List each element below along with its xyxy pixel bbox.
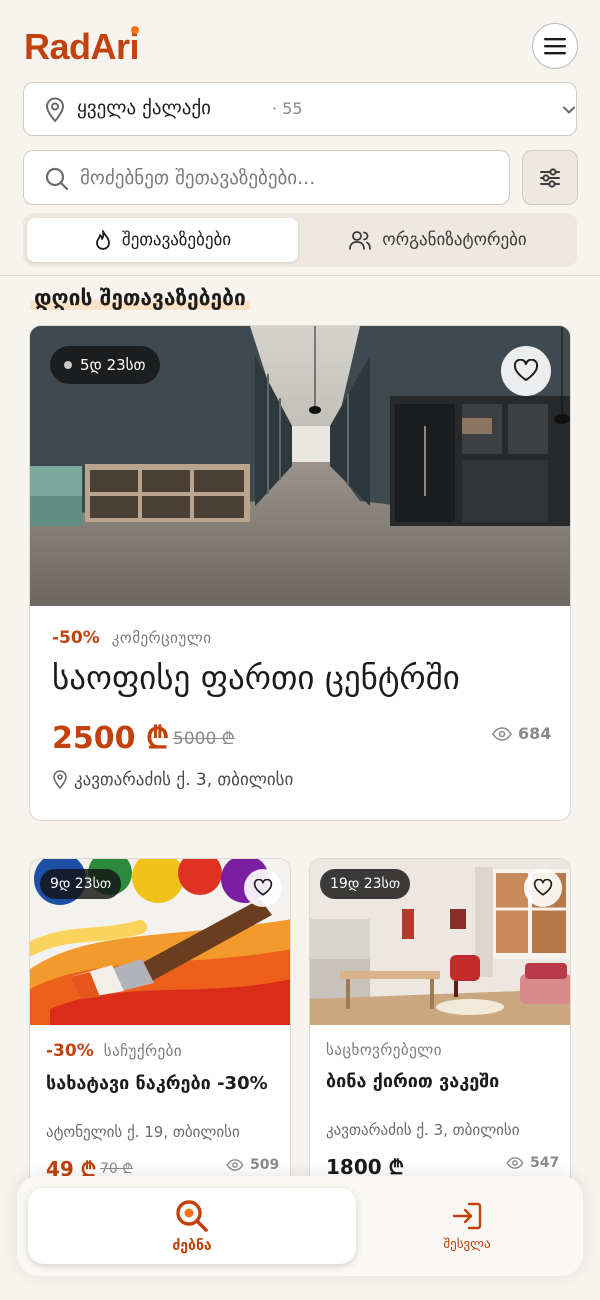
tab-offers[interactable]: შეთავაზებები: [27, 218, 298, 262]
city-count: · 55: [272, 99, 303, 118]
views-count: 684: [492, 724, 551, 743]
chevron-down-icon: [563, 106, 575, 114]
favorite-button[interactable]: [524, 869, 562, 907]
eye-icon: [506, 1157, 524, 1169]
divider: [0, 275, 600, 276]
map-pin-icon: [53, 770, 67, 790]
nav-search-label: ძებნა: [172, 1238, 212, 1254]
menu-button[interactable]: [532, 23, 578, 69]
eye-icon: [226, 1159, 244, 1171]
nav-login-label: შესვლა: [443, 1236, 491, 1252]
search-input[interactable]: [80, 161, 490, 195]
flame-icon: [95, 230, 110, 250]
map-pin-icon: [45, 97, 65, 123]
offer-timer: 19დ 23სთ: [330, 876, 401, 892]
tab-organizers[interactable]: ორგანიზატორები: [302, 218, 573, 262]
tab-organizers-label: ორგანიზატორები: [382, 230, 527, 250]
nav-search-button[interactable]: ძებნა: [28, 1188, 356, 1264]
discount-badge: -30%: [46, 1041, 94, 1061]
search-icon: [176, 1200, 208, 1232]
city-name: ყველა ქალაქი: [77, 97, 211, 119]
offer-meta: -30% საჩუქრები: [46, 1041, 182, 1061]
sliders-icon: [540, 167, 560, 188]
views-value: 547: [530, 1155, 560, 1171]
address-text: კავთარაძის ქ. 3, თბილისი: [74, 770, 294, 790]
featured-timer-badge: 5დ 23სთ: [50, 346, 160, 384]
city-select[interactable]: ყველა ქალაქი · 55: [23, 82, 577, 136]
favorite-button[interactable]: [501, 346, 551, 396]
featured-meta: -50% კომერციული: [52, 628, 212, 648]
tab-bar: შეთავაზებები ორგანიზატორები: [23, 213, 577, 267]
offer-timer-badge: 9დ 23სთ: [40, 869, 122, 899]
offer-title: საოფისე ფართი ცენტრში: [52, 658, 460, 697]
offer-meta: საცხოვრებელი: [326, 1041, 442, 1059]
offer-card[interactable]: 9დ 23სთ -30% საჩუქრები სახატავი ნაკრები …: [29, 858, 291, 1188]
eye-icon: [492, 726, 512, 741]
hamburger-icon: [544, 38, 566, 55]
timer-dot: [64, 361, 72, 369]
offer-timer: 9დ 23სთ: [50, 876, 112, 892]
views-count: 509: [226, 1157, 279, 1173]
views-value: 684: [518, 724, 552, 743]
offer-old-price: 5000 ₾: [173, 729, 235, 749]
search-icon: [45, 167, 69, 191]
category-label: კომერციული: [111, 629, 212, 647]
discount-badge: -50%: [52, 628, 100, 648]
views-value: 509: [250, 1157, 280, 1173]
offer-price: 2500 ₾: [52, 721, 170, 756]
header: RadAri: [0, 0, 600, 80]
offer-timer-badge: 19დ 23სთ: [320, 869, 411, 899]
tab-offers-label: შეთავაზებები: [121, 230, 232, 250]
users-icon: [349, 231, 372, 250]
heart-icon: [513, 359, 539, 381]
offer-card[interactable]: 19დ 23სთ საცხოვრებელი ბინა ქირით ვაკეში …: [309, 858, 571, 1188]
favorite-button[interactable]: [244, 869, 282, 907]
offer-title: სახატავი ნაკრები -30%: [46, 1073, 268, 1094]
section-title: დღის შეთავაზებები: [30, 286, 250, 310]
offer-address: კავთარაძის ქ. 3, თბილისი: [326, 1121, 520, 1139]
views-count: 547: [506, 1155, 559, 1171]
featured-timer: 5დ 23სთ: [80, 356, 146, 374]
heart-icon: [533, 879, 553, 896]
offer-address: კავთარაძის ქ. 3, თბილისი: [52, 770, 293, 790]
login-icon: [452, 1202, 482, 1229]
filter-button[interactable]: [522, 150, 578, 205]
offer-address: ატონელის ქ. 19, თბილისი: [46, 1123, 240, 1141]
logo[interactable]: RadAri: [24, 26, 140, 68]
category-label: საცხოვრებელი: [326, 1041, 443, 1059]
offer-title: ბინა ქირით ვაკეში: [326, 1071, 500, 1092]
nav-login-button[interactable]: შესვლა: [387, 1188, 547, 1264]
logo-dot: [131, 26, 140, 34]
heart-icon: [253, 879, 273, 896]
category-label: საჩუქრები: [103, 1042, 183, 1060]
search-box: [23, 150, 510, 205]
bottom-nav: ძებნა შესვლა: [17, 1176, 583, 1276]
featured-offer-body: -50% კომერციული საოფისე ფართი ცენტრში 25…: [30, 606, 570, 820]
featured-offer-card[interactable]: 5დ 23სთ -50% კომერციული საოფისე ფართი ცე…: [29, 325, 571, 821]
logo-text: RadAri: [24, 26, 140, 67]
